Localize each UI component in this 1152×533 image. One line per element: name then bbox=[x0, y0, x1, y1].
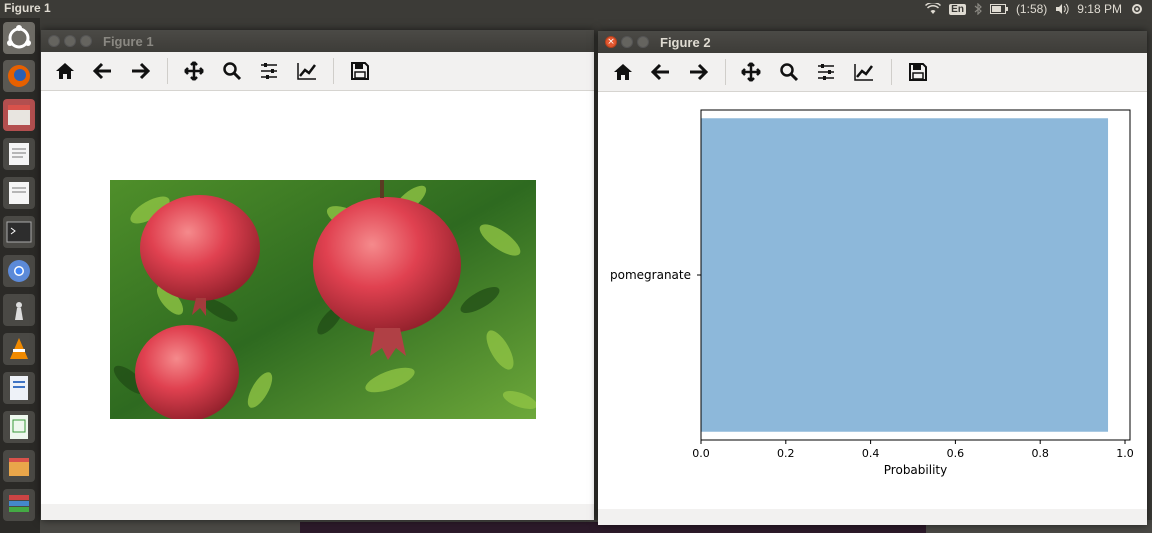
ubuntu-dash-icon[interactable] bbox=[3, 22, 35, 54]
forward-arrow-icon[interactable] bbox=[686, 61, 710, 83]
vlc-icon[interactable] bbox=[3, 333, 35, 365]
files-icon[interactable] bbox=[3, 99, 35, 131]
figure2-window: × Figure 2 pomegranate 0.0 0.2 0.4 0.6 0.8 1.0… bbox=[598, 31, 1147, 525]
figure1-window: Figure 1 bbox=[41, 30, 594, 520]
save-icon[interactable] bbox=[348, 60, 372, 82]
text-editor-2-icon[interactable] bbox=[3, 177, 35, 209]
toolbar-separator bbox=[167, 58, 168, 84]
subplots-icon[interactable] bbox=[257, 60, 281, 82]
clock[interactable]: 9:18 PM bbox=[1077, 2, 1122, 16]
text-editor-icon[interactable] bbox=[3, 138, 35, 170]
back-arrow-icon[interactable] bbox=[91, 60, 115, 82]
xtick-label: 1.0 bbox=[1116, 447, 1134, 460]
xtick-label: 0.8 bbox=[1031, 447, 1049, 460]
figure1-toolbar bbox=[41, 52, 594, 91]
toolbar-separator bbox=[333, 58, 334, 84]
top-panel: Figure 1 En (1:58) 9:18 PM bbox=[0, 0, 1152, 18]
xtick-label: 0.6 bbox=[947, 447, 965, 460]
software-center-icon[interactable] bbox=[3, 450, 35, 482]
figure1-canvas[interactable] bbox=[41, 91, 594, 504]
toolbar-separator bbox=[725, 59, 726, 85]
maximize-button[interactable] bbox=[637, 36, 649, 48]
launcher bbox=[0, 18, 40, 533]
home-icon[interactable] bbox=[53, 60, 77, 82]
home-icon[interactable] bbox=[611, 61, 635, 83]
pomegranate-photo bbox=[110, 180, 536, 419]
minimize-button[interactable] bbox=[621, 36, 633, 48]
save-icon[interactable] bbox=[906, 61, 930, 83]
document-icon[interactable] bbox=[3, 372, 35, 404]
subplots-icon[interactable] bbox=[814, 61, 838, 83]
edit-curve-icon[interactable] bbox=[852, 61, 876, 83]
active-window-title: Figure 1 bbox=[4, 1, 51, 15]
battery-icon[interactable] bbox=[989, 4, 1008, 14]
close-button[interactable]: × bbox=[605, 36, 617, 48]
settings-gear-icon[interactable] bbox=[1130, 2, 1144, 16]
pan-icon[interactable] bbox=[739, 61, 763, 83]
edit-curve-icon[interactable] bbox=[295, 60, 319, 82]
books-icon[interactable] bbox=[3, 489, 35, 521]
spreadsheet-icon[interactable] bbox=[3, 411, 35, 443]
figure2-canvas[interactable]: pomegranate 0.0 0.2 0.4 0.6 0.8 1.0 Probability bbox=[598, 92, 1147, 509]
xtick-label: 0.0 bbox=[692, 447, 710, 460]
close-button[interactable] bbox=[48, 35, 60, 47]
maximize-button[interactable] bbox=[80, 35, 92, 47]
xtick-label: 0.2 bbox=[777, 447, 795, 460]
figure2-toolbar bbox=[598, 53, 1147, 92]
probability-chart: pomegranate 0.0 0.2 0.4 0.6 0.8 1.0 Probability bbox=[610, 109, 1134, 477]
wifi-icon[interactable] bbox=[925, 3, 942, 15]
back-arrow-icon[interactable] bbox=[649, 61, 673, 83]
x-axis-label: Probability bbox=[884, 463, 947, 477]
figure1-titlebar[interactable]: Figure 1 bbox=[41, 30, 594, 52]
minimize-button[interactable] bbox=[64, 35, 76, 47]
keyboard-layout-indicator[interactable]: En bbox=[949, 3, 966, 15]
system-tray: En (1:58) 9:18 PM bbox=[925, 0, 1144, 18]
bluetooth-icon[interactable] bbox=[974, 3, 982, 15]
terminal-icon[interactable] bbox=[3, 216, 35, 248]
xtick-label: 0.4 bbox=[862, 447, 880, 460]
figure2-title: Figure 2 bbox=[660, 35, 711, 50]
zoom-icon[interactable] bbox=[220, 60, 244, 82]
bar-pomegranate bbox=[701, 118, 1109, 432]
battery-time: (1:58) bbox=[1015, 2, 1048, 16]
figure1-title: Figure 1 bbox=[103, 34, 154, 49]
chrome-icon[interactable] bbox=[3, 255, 35, 287]
zoom-icon[interactable] bbox=[777, 61, 801, 83]
forward-arrow-icon[interactable] bbox=[128, 60, 152, 82]
ytick-label: pomegranate bbox=[610, 268, 691, 282]
volume-icon[interactable] bbox=[1055, 3, 1069, 15]
chess-icon[interactable] bbox=[3, 294, 35, 326]
pan-icon[interactable] bbox=[182, 60, 206, 82]
figure2-titlebar[interactable]: × Figure 2 bbox=[598, 31, 1147, 53]
firefox-icon[interactable] bbox=[3, 60, 35, 92]
toolbar-separator bbox=[891, 59, 892, 85]
